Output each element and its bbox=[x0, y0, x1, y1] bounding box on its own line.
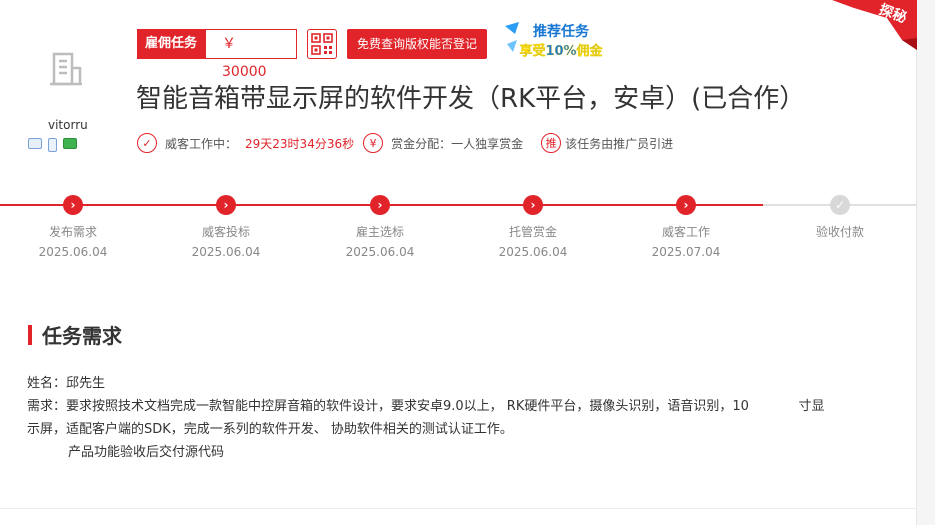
promo-banner[interactable]: 推荐任务 享受10%佣金 bbox=[501, 20, 621, 60]
chevron-right-icon: › bbox=[676, 195, 696, 215]
building-icon bbox=[50, 52, 82, 86]
countdown: 29天23时34分36秒 bbox=[245, 136, 355, 151]
task-detail-card: vitorru 雇佣任务 ￥ 30000 免费查询版权能否登记 推荐任务 享受1… bbox=[0, 0, 917, 525]
check-circle-icon: ✓ bbox=[137, 133, 157, 153]
step-label: 威客工作 bbox=[661, 225, 710, 239]
step-label: 雇主选标 bbox=[355, 225, 404, 239]
requirement-heading: 任务需求 bbox=[28, 320, 122, 349]
progress-step: › 发布需求 2025.06.04 bbox=[13, 195, 133, 259]
explore-ribbon[interactable]: 探秘 bbox=[832, 0, 917, 50]
requirement-body: 姓名：邱先生 需求：要求按照技术文档完成一款智能中控屏音箱的软件设计，要求安卓9… bbox=[27, 372, 887, 464]
step-label: 托管赏金 bbox=[508, 225, 557, 239]
check-icon: ✓ bbox=[830, 195, 850, 215]
progress-step: › 威客投标 2025.06.04 bbox=[166, 195, 286, 259]
progress-step: › 雇主选标 2025.06.04 bbox=[320, 195, 440, 259]
step-label: 威客投标 bbox=[201, 225, 250, 239]
chevron-right-icon: › bbox=[63, 195, 83, 215]
reward-label: 赏金分配：一人独享赏金 bbox=[391, 136, 524, 151]
step-date: 2025.06.04 bbox=[498, 245, 568, 259]
contact-name: 姓名：邱先生 bbox=[27, 376, 106, 391]
promoter-text: 该任务由推广员引进 bbox=[565, 136, 674, 151]
promo-line2: 享受10%佣金 bbox=[519, 43, 603, 59]
task-price: ￥ 30000 bbox=[205, 29, 298, 80]
requirement-line-3: 产品功能验收后交付源代码 bbox=[68, 445, 225, 460]
promo-line1: 推荐任务 bbox=[533, 23, 590, 40]
chevron-right-icon: › bbox=[523, 195, 543, 215]
step-date: 2025.06.04 bbox=[38, 245, 108, 259]
page-gutter bbox=[917, 0, 935, 525]
step-date: 2025.06.04 bbox=[345, 245, 415, 259]
yen-icon: ¥ bbox=[363, 133, 384, 153]
copyright-check-button[interactable]: 免费查询版权能否登记 bbox=[347, 29, 488, 59]
progress-step: › 威客工作 2025.07.04 bbox=[626, 195, 746, 259]
promoter-info: 推 该任务由推广员引进 bbox=[541, 133, 673, 153]
step-label: 发布需求 bbox=[48, 225, 97, 239]
progress-step: › 托管赏金 2025.06.04 bbox=[473, 195, 593, 259]
promoter-icon: 推 bbox=[541, 133, 562, 153]
requirement-title: 任务需求 bbox=[42, 324, 122, 348]
heading-bar bbox=[28, 324, 32, 345]
chevron-right-icon: › bbox=[216, 195, 236, 215]
task-title: 智能音箱带显示屏的软件开发（RK平台，安卓）(已合作） bbox=[136, 84, 806, 114]
step-date: 2025.06.04 bbox=[191, 245, 261, 259]
task-type-tag: 雇佣任务 bbox=[137, 29, 206, 59]
requirement-line-2: 示屏，适配客户端的SDK，完成一系列的软件开发、 协助软件相关的测试认证工作。 bbox=[27, 422, 513, 437]
divider bbox=[0, 508, 917, 509]
verification-badges bbox=[28, 138, 77, 152]
employer-avatar[interactable] bbox=[48, 50, 84, 90]
employer-username[interactable]: vitorru bbox=[48, 118, 88, 132]
reward-distribution: ¥ 赏金分配：一人独享赏金 bbox=[363, 133, 523, 153]
qr-code-icon[interactable] bbox=[307, 29, 337, 59]
phone-icon bbox=[48, 138, 57, 152]
id-card-icon bbox=[28, 138, 42, 149]
task-type-price: 雇佣任务 ￥ 30000 bbox=[137, 29, 298, 80]
working-label: 威客工作中： bbox=[165, 136, 238, 151]
step-label: 验收付款 bbox=[815, 225, 864, 239]
bank-card-icon bbox=[63, 138, 77, 149]
task-meta: ✓ 威客工作中： 29天23时34分36秒 ¥ 赏金分配：一人独享赏金 推 该任… bbox=[137, 132, 673, 154]
progress-step: ✓ 验收付款 bbox=[780, 195, 900, 245]
requirement-line-1: 需求：要求按照技术文档完成一款智能中控屏音箱的软件设计，要求安卓9.0以上， R… bbox=[27, 399, 825, 414]
working-status: ✓ 威客工作中： 29天23时34分36秒 bbox=[137, 133, 354, 153]
step-date: 2025.07.04 bbox=[651, 245, 721, 259]
chevron-right-icon: › bbox=[370, 195, 390, 215]
